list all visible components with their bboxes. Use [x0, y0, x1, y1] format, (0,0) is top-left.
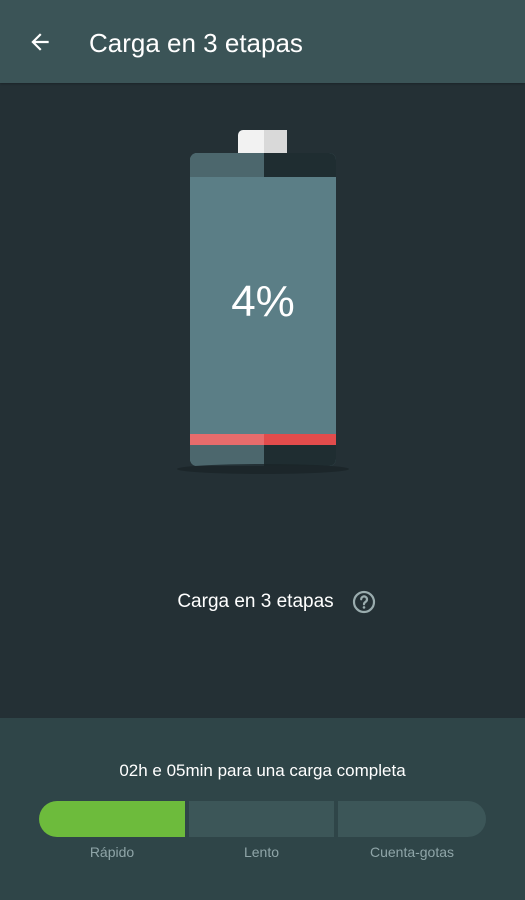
stages-progress-bar	[39, 801, 486, 837]
stage-segment-rapido	[39, 801, 185, 837]
battery-percent: 4%	[231, 277, 295, 326]
arrow-left-icon	[31, 33, 49, 51]
stage-name-rapido: Rápido	[89, 844, 135, 860]
battery-indicator: 4%	[160, 125, 365, 485]
back-button[interactable]	[22, 24, 58, 60]
time-to-full-text: 02h e 05min para una carga completa	[119, 761, 406, 780]
app-bar: Carga en 3 etapas	[0, 0, 525, 83]
page-title: Carga en 3 etapas	[89, 28, 303, 58]
stage-info-row: Carga en 3 etapas	[0, 588, 525, 616]
help-circle-icon[interactable]	[352, 590, 376, 614]
charging-stages-panel: 02h e 05min para una carga completa Rápi…	[0, 718, 525, 900]
stage-mode-label: Carga en 3 etapas	[177, 591, 334, 612]
stage-segment-cuenta-gotas	[338, 801, 486, 837]
stage-segment-lento	[189, 801, 334, 837]
battery-level-bar	[190, 434, 264, 445]
stage-name-cuenta-gotas: Cuenta-gotas	[369, 844, 455, 860]
stage-names: Rápido Lento Cuenta-gotas	[39, 844, 486, 860]
stage-name-lento: Lento	[243, 844, 280, 860]
